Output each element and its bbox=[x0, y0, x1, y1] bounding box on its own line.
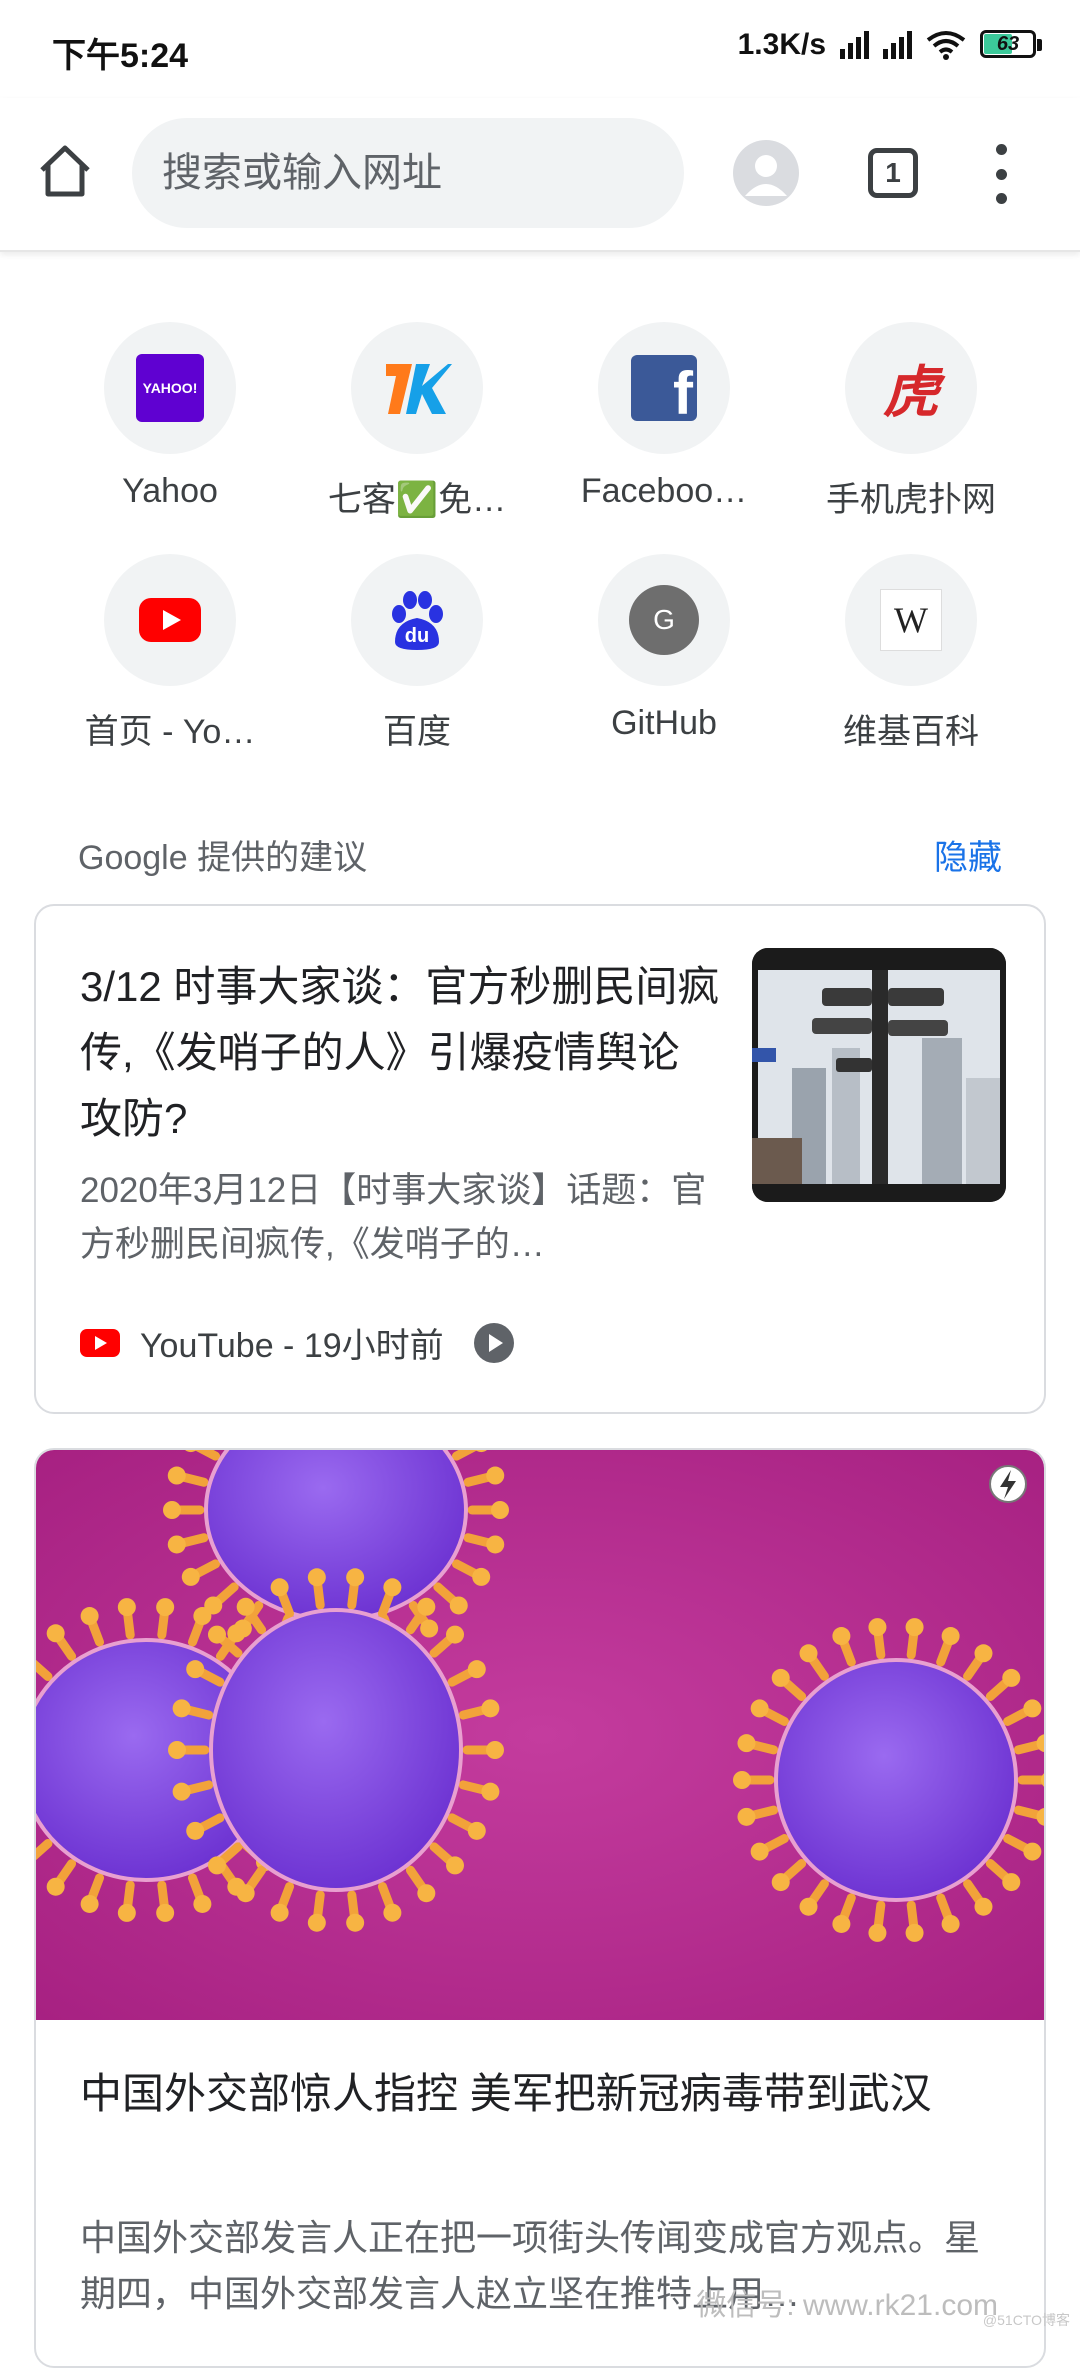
youtube-icon bbox=[139, 598, 201, 642]
shortcut-label: 七客✅免… bbox=[327, 481, 507, 519]
shortcut-youtube[interactable]: 首页 - Yo… bbox=[50, 554, 290, 753]
article-thumbnail bbox=[752, 948, 1006, 1202]
qike-icon bbox=[386, 364, 452, 414]
article-card[interactable]: 3/12 时事大家谈：官方秒删民间疯传,《发哨子的人》引爆疫情舆论攻防? 202… bbox=[34, 904, 1046, 1414]
wikipedia-icon: W bbox=[880, 589, 942, 651]
svg-text:du: du bbox=[405, 625, 429, 647]
article-source-label: YouTube - 19小时前 bbox=[140, 1327, 444, 1365]
youtube-icon bbox=[80, 1328, 120, 1357]
dot-icon bbox=[995, 193, 1007, 204]
surveillance-cameras-photo bbox=[752, 948, 1006, 1202]
wifi-icon bbox=[926, 30, 966, 60]
home-button[interactable] bbox=[34, 140, 96, 202]
omnibox-placeholder: 搜索或输入网址 bbox=[162, 151, 442, 195]
status-indicators: 1.3K/s 63 bbox=[738, 28, 1044, 62]
article-card[interactable]: 中国外交部惊人指控 美军把新冠病毒带到武汉 中国外交部发言人正在把一项街头传闻变… bbox=[34, 1448, 1046, 2368]
shortcut-baidu[interactable]: du 百度 bbox=[297, 554, 537, 753]
hupu-icon: 虎 bbox=[883, 360, 939, 426]
shortcut-label: 维基百科 bbox=[843, 713, 979, 751]
dot-icon bbox=[995, 168, 1007, 180]
shortcut-yahoo[interactable]: YAHOO! Yahoo bbox=[50, 322, 290, 511]
home-icon bbox=[40, 145, 90, 197]
dot-icon bbox=[995, 144, 1007, 155]
person-icon bbox=[745, 155, 787, 196]
article-source: YouTube - 19小时前 bbox=[80, 1318, 514, 1367]
omnibox[interactable]: 搜索或输入网址 bbox=[132, 118, 684, 228]
tab-switcher-button[interactable]: 1 bbox=[868, 148, 918, 198]
network-speed: 1.3K/s bbox=[737, 28, 826, 61]
shortcut-label: Yahoo bbox=[122, 472, 218, 510]
shortcut-qike[interactable]: 七客✅免… bbox=[297, 322, 537, 521]
shortcut-label: Faceboo… bbox=[580, 472, 748, 510]
shortcut-hupu[interactable]: 虎 手机虎扑网 bbox=[791, 322, 1031, 521]
shortcut-label: GitHub bbox=[611, 704, 717, 742]
coronavirus-microscope-photo bbox=[36, 1450, 1044, 2020]
watermark: 微信号: www.rk21.com bbox=[696, 2289, 998, 2322]
shortcut-label: 手机虎扑网 bbox=[826, 481, 996, 519]
shortcut-label: 首页 - Yo… bbox=[84, 713, 256, 751]
shortcut-facebook[interactable]: f Faceboo… bbox=[544, 322, 784, 511]
hide-suggestions-button[interactable]: 隐藏 bbox=[934, 830, 1002, 879]
amp-lightning-icon bbox=[989, 1465, 1027, 1503]
account-avatar-button[interactable] bbox=[733, 140, 799, 206]
suggestions-header: Google 提供的建议 bbox=[78, 839, 368, 877]
signal-1-icon bbox=[840, 31, 869, 59]
battery-level: 63 bbox=[996, 33, 1020, 55]
watermark-small: @51CTO博客 bbox=[982, 2312, 1070, 2328]
play-icon bbox=[473, 1322, 514, 1363]
article-snippet: 2020年3月12日【时事大家谈】话题：官方秒删民间疯传,《发哨子的… bbox=[80, 1171, 707, 1264]
article-title: 中国外交部惊人指控 美军把新冠病毒带到武汉 bbox=[80, 2070, 932, 2117]
signal-2-icon bbox=[883, 31, 912, 59]
browser-toolbar: 搜索或输入网址 1 bbox=[0, 98, 1080, 252]
shortcut-github[interactable]: G GitHub bbox=[544, 554, 784, 743]
yahoo-icon: YAHOO! bbox=[136, 354, 204, 422]
status-time: 下午5:24 bbox=[52, 37, 189, 75]
baidu-icon: du bbox=[392, 591, 443, 650]
battery-icon: 63 bbox=[980, 30, 1044, 60]
article-image bbox=[36, 1450, 1044, 2020]
more-menu-button[interactable] bbox=[990, 144, 1012, 204]
github-letter-icon: G bbox=[629, 585, 699, 655]
shortcut-wikipedia[interactable]: W 维基百科 bbox=[791, 554, 1031, 753]
article-title: 3/12 时事大家谈：官方秒删民间疯传,《发哨子的人》引爆疫情舆论攻防? bbox=[80, 963, 720, 1142]
facebook-icon: f bbox=[631, 355, 697, 421]
shortcut-label: 百度 bbox=[383, 713, 451, 751]
status-bar: 下午5:24 1.3K/s 63 bbox=[0, 0, 1080, 98]
